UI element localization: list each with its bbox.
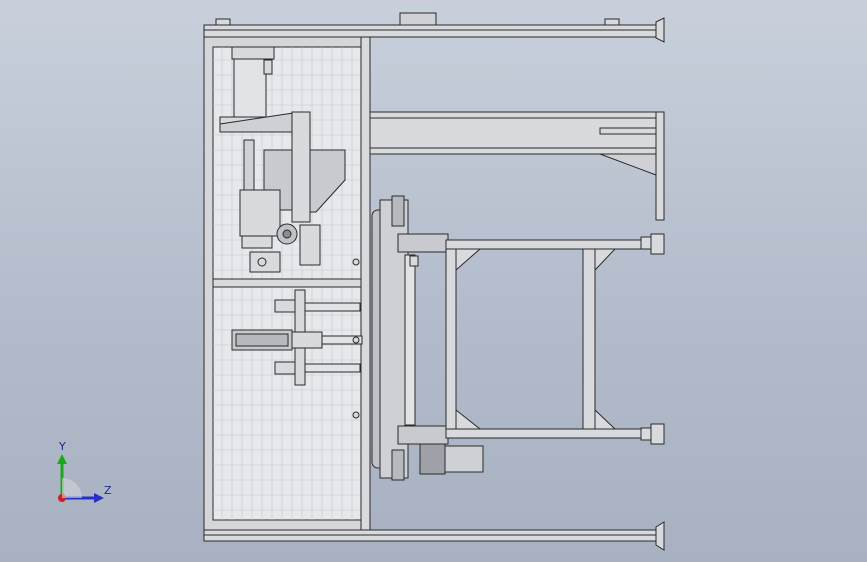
cabinet-post	[360, 36, 371, 531]
machine-assembly-drawing[interactable]	[0, 0, 867, 562]
upper-support-arm	[369, 111, 665, 221]
axis-triad: Y Z	[48, 440, 120, 510]
y-axis-label: Y	[59, 440, 66, 453]
cabinet-shelf	[212, 278, 362, 288]
cad-viewport[interactable]: Y Z	[0, 0, 867, 562]
outfeed-frame	[445, 233, 665, 445]
z-axis-label: Z	[104, 484, 112, 497]
